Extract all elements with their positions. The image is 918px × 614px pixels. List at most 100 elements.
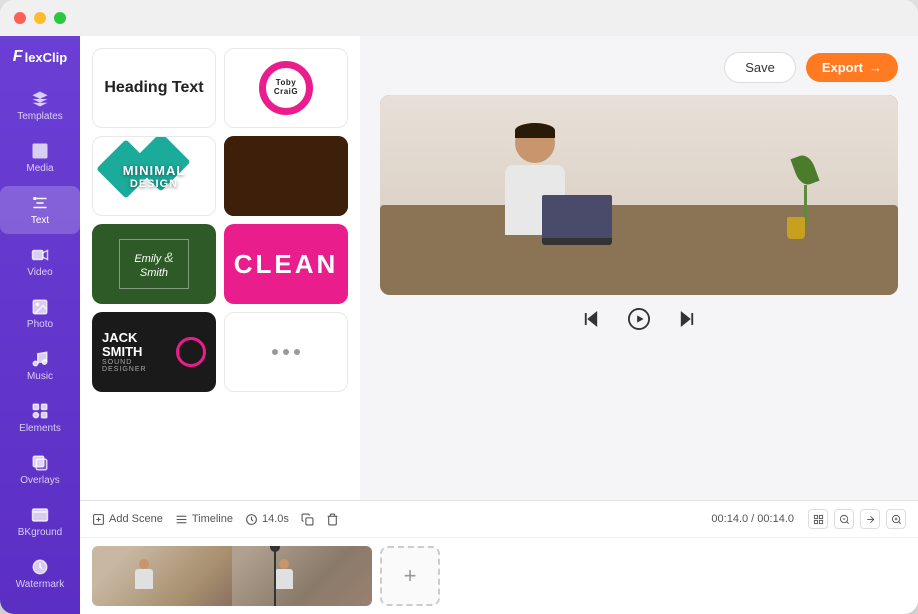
- sidebar-item-text[interactable]: Text: [0, 186, 80, 234]
- photo-icon: [31, 298, 49, 316]
- copy-icon: [301, 513, 314, 526]
- template-grid: Heading Text Toby CraiG: [92, 48, 348, 392]
- thumb-person-1: [134, 559, 154, 594]
- clean-text: CLEAN: [234, 249, 339, 280]
- music-icon: [31, 350, 49, 368]
- person-head: [515, 123, 555, 163]
- fit-button[interactable]: [808, 509, 828, 529]
- trash-icon: [326, 513, 339, 526]
- laptop: [542, 195, 612, 245]
- minimal-text: MINIMAL DESIGN: [123, 163, 186, 190]
- copy-button[interactable]: [301, 513, 314, 526]
- zoom-out-icon: [839, 514, 850, 525]
- timeline-area: Add Scene Timeline: [80, 500, 918, 614]
- timeline-icon: [175, 513, 188, 526]
- app-body: F lexClip Templates Media Text Video: [0, 36, 918, 614]
- skip-back-button[interactable]: [577, 305, 605, 333]
- laptop-screen: [542, 195, 612, 238]
- delete-button[interactable]: [326, 513, 339, 526]
- clock-icon: [245, 513, 258, 526]
- thumb-head-1: [139, 559, 149, 569]
- logo-letter: F: [13, 48, 23, 66]
- sidebar-item-templates[interactable]: Templates: [0, 82, 80, 130]
- title-bar: [0, 0, 918, 36]
- cup: [787, 217, 805, 239]
- preview-area: Save Export →: [360, 36, 918, 500]
- thumb-body-1: [135, 569, 153, 589]
- thumb-body-2: [275, 569, 293, 589]
- template-card-minimal[interactable]: MINIMAL DESIGN: [92, 136, 216, 216]
- toby-ring: Toby CraiG: [259, 61, 313, 115]
- time-display: 00:14.0 / 00:14.0: [711, 513, 794, 525]
- sidebar-item-elements[interactable]: Elements: [0, 394, 80, 442]
- logo-text: lexClip: [25, 50, 68, 65]
- jack-text: JACK SMITH SOUND DESIGNER: [102, 331, 168, 374]
- template-card-emily[interactable]: Emily & Smith: [92, 224, 216, 304]
- thumb-person-2: [274, 559, 294, 594]
- sidebar-item-bkground[interactable]: BKground: [0, 498, 80, 546]
- skip-back-icon: [582, 310, 600, 328]
- skip-forward-button[interactable]: [673, 305, 701, 333]
- sidebar-label-overlays: Overlays: [20, 475, 59, 486]
- timeline-button[interactable]: Timeline: [175, 513, 233, 526]
- template-card-more[interactable]: [224, 312, 348, 392]
- watermark-icon: [31, 558, 49, 576]
- playhead[interactable]: [274, 546, 276, 606]
- background-icon: [31, 506, 49, 524]
- export-arrow-icon: →: [869, 60, 882, 75]
- video-icon: [31, 246, 49, 264]
- track-thumbnails[interactable]: [92, 546, 372, 606]
- template-card-toby[interactable]: Toby CraiG: [224, 48, 348, 128]
- sidebar-label-video: Video: [27, 267, 52, 278]
- add-scene-icon: [92, 513, 105, 526]
- duration-label: 14.0s: [262, 513, 289, 525]
- elements-icon: [31, 402, 49, 420]
- thumbnail-2: [232, 546, 372, 606]
- preview-toolbar: Save Export →: [380, 52, 898, 83]
- template-card-unique[interactable]: UNIQUE & PERFECT UNIQUE STYLE: [224, 136, 348, 216]
- sidebar-label-watermark: Watermark: [16, 579, 65, 590]
- unique-subtitle: UNIQUE & PERFECT: [225, 163, 346, 172]
- minimize-button[interactable]: [34, 12, 46, 24]
- video-preview: [380, 95, 898, 295]
- zoom-out-button[interactable]: [834, 509, 854, 529]
- film-icon: [31, 142, 49, 160]
- play-button[interactable]: [625, 305, 653, 333]
- add-clip-button[interactable]: +: [380, 546, 440, 606]
- sidebar-item-watermark[interactable]: Watermark: [0, 550, 80, 598]
- add-scene-button[interactable]: Add Scene: [92, 513, 163, 526]
- sidebar-label-media: Media: [26, 163, 53, 174]
- playback-controls: [380, 305, 898, 333]
- maximize-button[interactable]: [54, 12, 66, 24]
- zoom-controls: [808, 509, 906, 529]
- template-card-jack[interactable]: JACK SMITH SOUND DESIGNER: [92, 312, 216, 392]
- sidebar-label-text: Text: [31, 215, 49, 226]
- save-button[interactable]: Save: [724, 52, 796, 83]
- zoom-arrow-button[interactable]: [860, 509, 880, 529]
- template-card-clean[interactable]: CLEAN: [224, 224, 348, 304]
- sidebar-label-elements: Elements: [19, 423, 61, 434]
- unique-content: UNIQUE & PERFECT UNIQUE STYLE: [225, 163, 346, 190]
- sidebar-item-media[interactable]: Media: [0, 134, 80, 182]
- timeline-track: +: [80, 538, 918, 614]
- jack-subtitle: SOUND DESIGNER: [102, 359, 168, 373]
- sidebar-item-music[interactable]: Music: [0, 342, 80, 390]
- layers-icon: [31, 90, 49, 108]
- plant: [790, 155, 820, 215]
- jack-content: JACK SMITH SOUND DESIGNER: [92, 321, 216, 384]
- dot-2: [283, 349, 289, 355]
- export-button[interactable]: Export →: [806, 53, 898, 82]
- template-card-heading[interactable]: Heading Text: [92, 48, 216, 128]
- bg-couch: [380, 205, 898, 295]
- app-logo: F lexClip: [13, 48, 67, 66]
- sidebar-label-photo: Photo: [27, 319, 53, 330]
- sidebar-item-photo[interactable]: Photo: [0, 290, 80, 338]
- skip-forward-icon: [678, 310, 696, 328]
- sidebar-label-music: Music: [27, 371, 53, 382]
- close-button[interactable]: [14, 12, 26, 24]
- zoom-in-button[interactable]: [886, 509, 906, 529]
- sidebar-item-video[interactable]: Video: [0, 238, 80, 286]
- dot-1: [272, 349, 278, 355]
- person-hair: [515, 123, 555, 138]
- sidebar-item-overlays[interactable]: Overlays: [0, 446, 80, 494]
